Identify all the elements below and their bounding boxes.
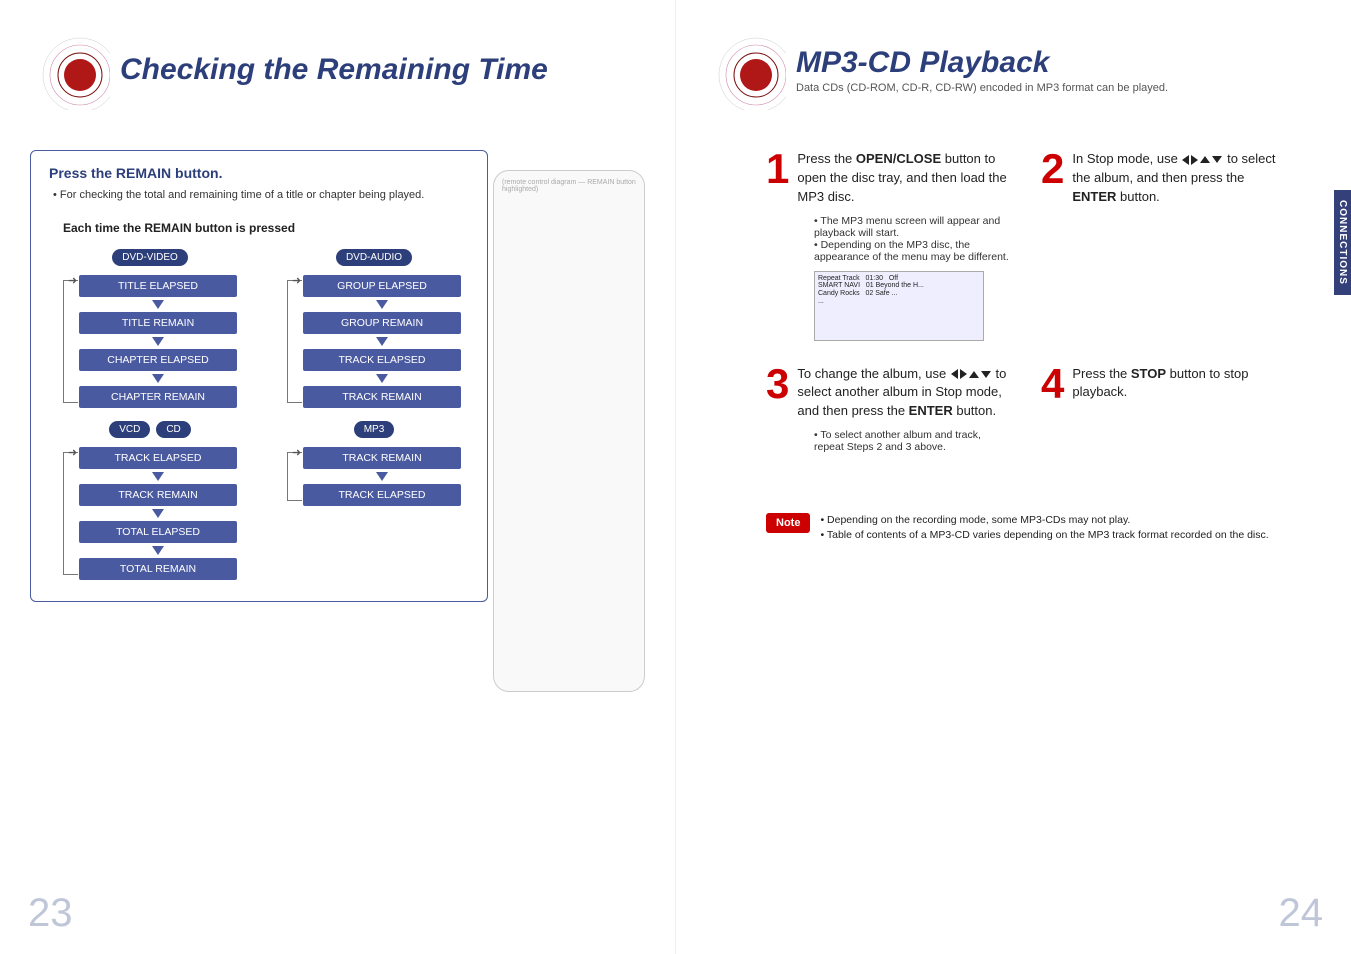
state: TITLE ELAPSED <box>79 275 237 297</box>
seq-dvd-audio: GROUP ELAPSED GROUP REMAIN TRACK ELAPSED… <box>287 272 461 411</box>
sequence-grid-bottom: VCD CD TRACK ELAPSED TRACK REMAIN TOTAL … <box>63 421 469 583</box>
note-text: • Depending on the recording mode, some … <box>820 513 1268 542</box>
seq-mp3: TRACK REMAIN TRACK ELAPSED <box>287 444 461 509</box>
state: TITLE REMAIN <box>79 312 237 334</box>
up-arrow-icon <box>1200 156 1210 163</box>
right-arrow-icon <box>960 369 967 379</box>
down-arrow-icon <box>1212 156 1222 163</box>
col-dvd-video: DVD-VIDEO TITLE ELAPSED TITLE REMAIN CHA… <box>63 249 237 411</box>
state: GROUP REMAIN <box>303 312 461 334</box>
step-3-sub: • To select another album and track, rep… <box>814 429 1011 453</box>
page-number-right: 24 <box>1279 891 1324 936</box>
cat-mp3: MP3 <box>354 421 395 438</box>
step-3: 3 To change the album, use to select ano… <box>766 365 1011 454</box>
col-mp3: MP3 TRACK REMAIN TRACK ELAPSED <box>287 421 461 583</box>
col-dvd-audio: DVD-AUDIO GROUP ELAPSED GROUP REMAIN TRA… <box>287 249 461 411</box>
right-header: MP3-CD Playback Data CDs (CD-ROM, CD-R, … <box>706 30 1321 110</box>
cat-cd: CD <box>156 421 190 438</box>
swirl-icon <box>706 30 786 110</box>
left-header: Checking the Remaining Time <box>30 30 645 110</box>
page-24: MP3-CD Playback Data CDs (CD-ROM, CD-R, … <box>676 0 1351 954</box>
col-vcd-cd: VCD CD TRACK ELAPSED TRACK REMAIN TOTAL … <box>63 421 237 583</box>
state: TRACK ELAPSED <box>79 447 237 469</box>
seq-vcd-cd: TRACK ELAPSED TRACK REMAIN TOTAL ELAPSED… <box>63 444 237 583</box>
state: TOTAL ELAPSED <box>79 521 237 543</box>
remote-illustration: (remote control diagram — REMAIN button … <box>493 170 645 692</box>
step-2: 2 In Stop mode, use to select the album,… <box>1041 150 1286 341</box>
step-number-1: 1 <box>766 150 789 207</box>
left-arrow-icon <box>1182 155 1189 165</box>
step-1-text: Press the OPEN/CLOSE button to open the … <box>797 150 1011 207</box>
mp3-menu-screenshot: Repeat Track 01:30 OffSMART NAVI 01 Beyo… <box>814 271 984 341</box>
left-title: Checking the Remaining Time <box>120 53 548 87</box>
sequence-grid-top: DVD-VIDEO TITLE ELAPSED TITLE REMAIN CHA… <box>63 249 469 411</box>
step-1-sub: • The MP3 menu screen will appear and pl… <box>814 215 1011 263</box>
step-3-text: To change the album, use to select anoth… <box>797 365 1011 422</box>
note-badge: Note <box>766 513 810 533</box>
cat-dvd-audio: DVD-AUDIO <box>336 249 412 266</box>
down-arrow-icon <box>981 371 991 378</box>
side-tab-connections: CONNECTIONS <box>1334 190 1351 295</box>
remain-heading: Press the REMAIN button. <box>49 165 469 181</box>
note-row: Note • Depending on the recording mode, … <box>766 513 1321 542</box>
page-23: Checking the Remaining Time Press the RE… <box>0 0 676 954</box>
step-2-text: In Stop mode, use to select the album, a… <box>1072 150 1286 207</box>
step-number-2: 2 <box>1041 150 1064 207</box>
right-arrow-icon <box>1191 155 1198 165</box>
step-number-4: 4 <box>1041 365 1064 403</box>
state: CHAPTER ELAPSED <box>79 349 237 371</box>
left-arrow-icon <box>951 369 958 379</box>
cat-dvd-video: DVD-VIDEO <box>112 249 188 266</box>
remain-bullet: • For checking the total and remaining t… <box>53 189 469 201</box>
state: TRACK REMAIN <box>303 386 461 408</box>
cat-vcd: VCD <box>109 421 150 438</box>
state: CHAPTER REMAIN <box>79 386 237 408</box>
steps-grid: 1 Press the OPEN/CLOSE button to open th… <box>766 150 1286 453</box>
step-number-3: 3 <box>766 365 789 422</box>
step-1: 1 Press the OPEN/CLOSE button to open th… <box>766 150 1011 341</box>
step-4-text: Press the STOP button to stop playback. <box>1072 365 1286 403</box>
state: TRACK ELAPSED <box>303 349 461 371</box>
state: TOTAL REMAIN <box>79 558 237 580</box>
step-4: 4 Press the STOP button to stop playback… <box>1041 365 1286 454</box>
right-title: MP3-CD Playback <box>796 46 1168 80</box>
swirl-icon <box>30 30 110 110</box>
right-subhead: Data CDs (CD-ROM, CD-R, CD-RW) encoded i… <box>796 82 1168 94</box>
remain-section: Press the REMAIN button. • For checking … <box>30 150 488 602</box>
each-time-label: Each time the REMAIN button is pressed <box>63 221 469 235</box>
page-number-left: 23 <box>28 891 73 936</box>
up-arrow-icon <box>969 371 979 378</box>
state: TRACK REMAIN <box>79 484 237 506</box>
state: TRACK ELAPSED <box>303 484 461 506</box>
seq-dvd-video: TITLE ELAPSED TITLE REMAIN CHAPTER ELAPS… <box>63 272 237 411</box>
state: TRACK REMAIN <box>303 447 461 469</box>
state: GROUP ELAPSED <box>303 275 461 297</box>
